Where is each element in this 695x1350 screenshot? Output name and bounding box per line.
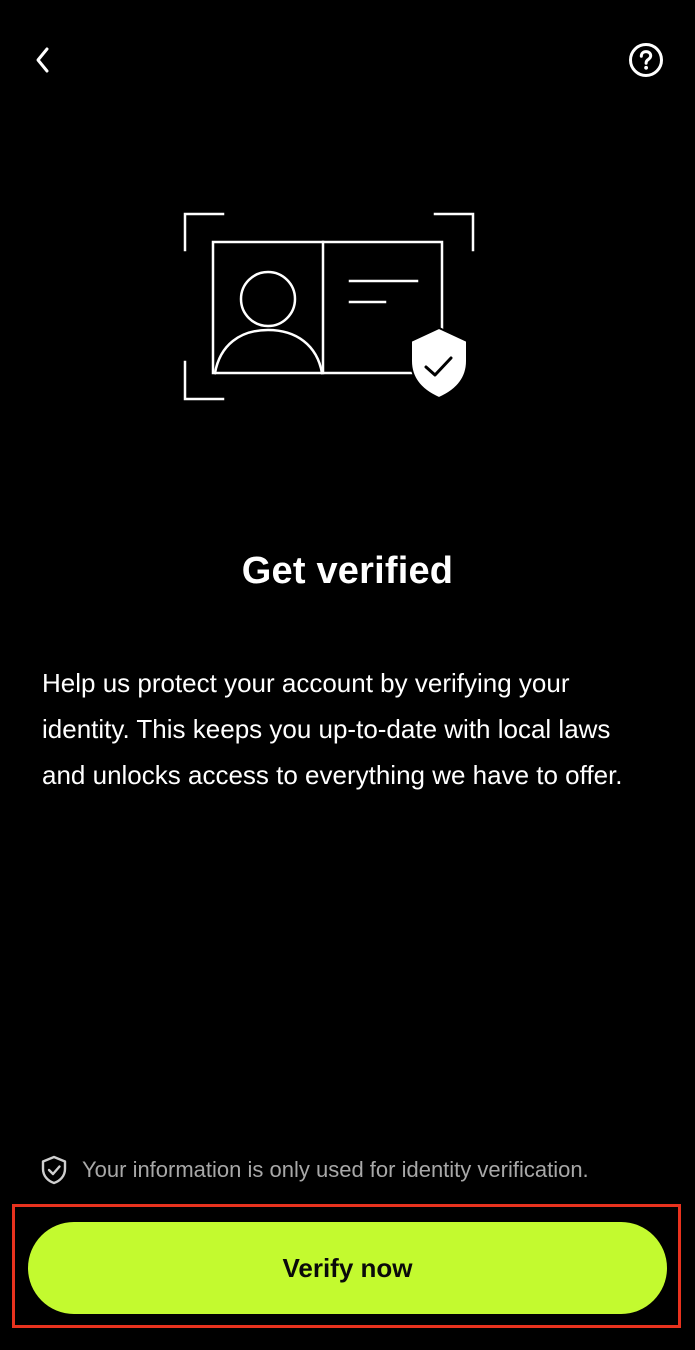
question-circle-icon (629, 43, 663, 77)
verify-now-button[interactable]: Verify now (28, 1222, 667, 1314)
shield-check-icon (40, 1155, 68, 1185)
help-button[interactable] (624, 38, 668, 82)
description-text: Help us protect your account by verifyin… (42, 668, 623, 790)
chevron-left-icon (36, 47, 49, 73)
privacy-notice-text: Your information is only used for identi… (82, 1157, 589, 1182)
verify-now-label: Verify now (282, 1252, 413, 1283)
id-verification-illustration (180, 210, 480, 405)
shield-badge (410, 326, 468, 400)
page-title: Get verified (241, 550, 454, 592)
privacy-notice: Your information is only used for identi… (40, 1150, 680, 1190)
back-button[interactable] (22, 38, 66, 82)
id-card-shield-check-icon (183, 212, 475, 401)
